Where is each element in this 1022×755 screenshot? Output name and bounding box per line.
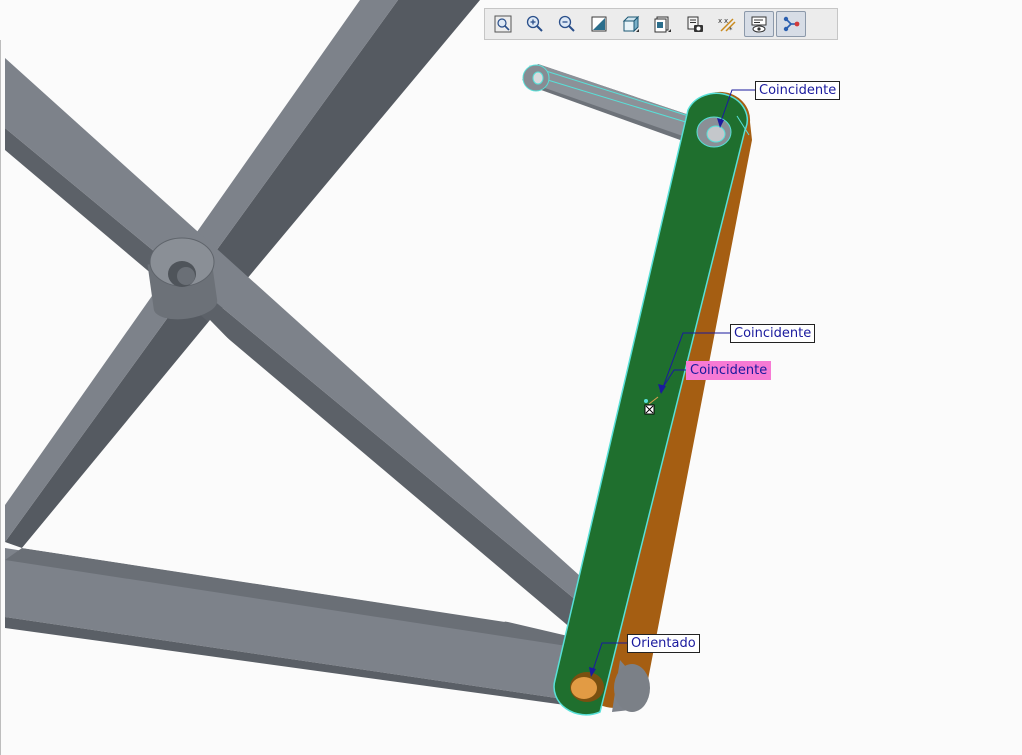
svg-text:*: * xyxy=(729,26,733,34)
datum-display-button[interactable]: x x * xyxy=(712,11,742,37)
saved-views-icon xyxy=(654,16,671,33)
repaint-icon xyxy=(591,16,607,32)
constraint-display-button[interactable] xyxy=(776,11,806,37)
constraint-callout-highlighted[interactable]: Coincidente xyxy=(686,361,772,380)
constraint-callout-top[interactable]: Coincidente xyxy=(755,81,841,100)
repaint-button[interactable] xyxy=(584,11,614,37)
display-style-icon xyxy=(622,15,640,33)
zoom-fit-icon xyxy=(494,15,512,33)
zoom-in-icon xyxy=(526,15,543,32)
selected-link[interactable] xyxy=(553,91,752,716)
annotation-display-button[interactable] xyxy=(744,11,774,37)
saved-views-button[interactable] xyxy=(648,11,678,37)
zoom-out-button[interactable] xyxy=(552,11,582,37)
pivot-hub[interactable] xyxy=(147,237,220,323)
zoom-fit-button[interactable] xyxy=(488,11,518,37)
constraint-callout-middle[interactable]: Coincidente xyxy=(730,324,816,343)
annotation-display-icon xyxy=(751,16,767,33)
graphics-toolbar: x x * xyxy=(484,8,838,40)
svg-text:x: x xyxy=(718,17,722,25)
model-viewport[interactable] xyxy=(0,0,1022,755)
view-manager-icon xyxy=(687,16,703,32)
view-manager-button[interactable] xyxy=(680,11,710,37)
constraint-callout-bottom[interactable]: Orientado xyxy=(627,634,700,653)
zoom-out-icon xyxy=(558,15,575,32)
datum-display-icon: x x * xyxy=(718,17,736,34)
display-style-button[interactable] xyxy=(616,11,646,37)
constraint-display-icon xyxy=(783,16,800,32)
zoom-in-button[interactable] xyxy=(520,11,550,37)
